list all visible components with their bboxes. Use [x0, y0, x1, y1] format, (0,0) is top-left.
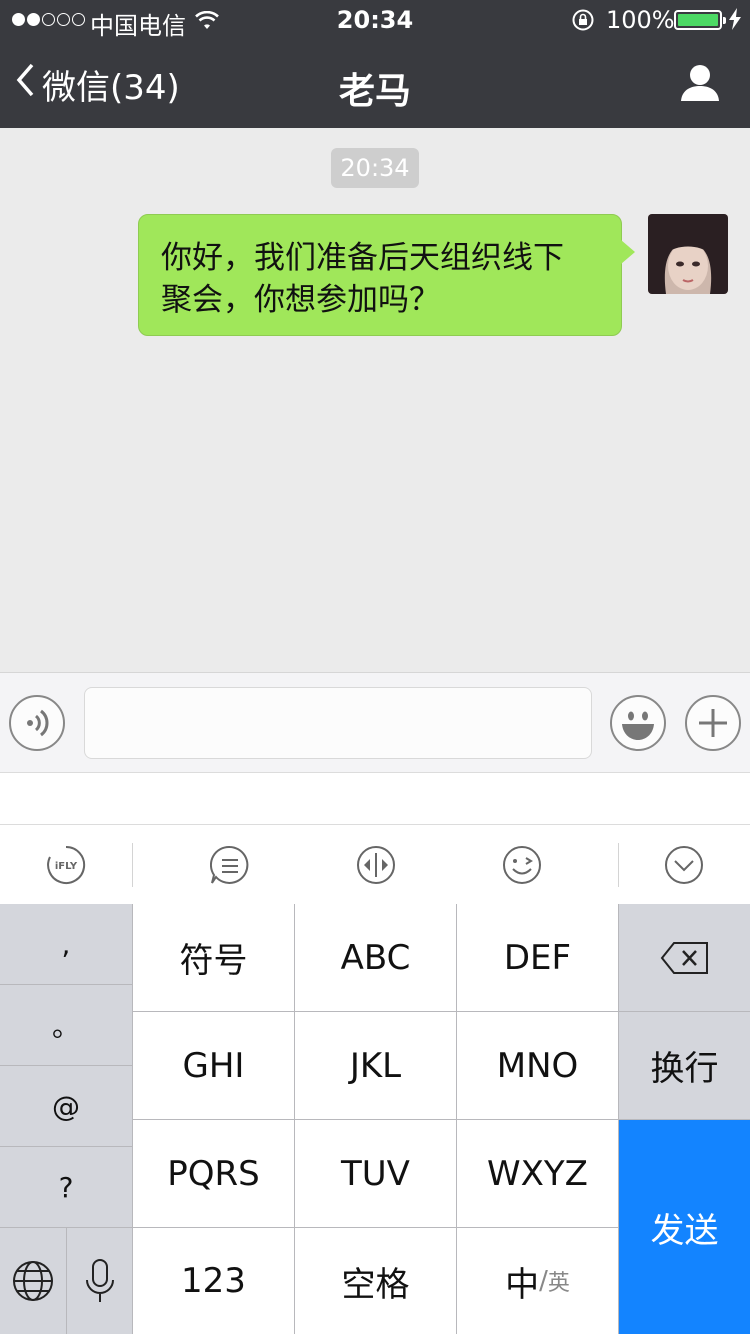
key-def[interactable]: DEF [457, 904, 618, 1011]
key-symbols[interactable]: 符号 [133, 904, 294, 1011]
contact-profile-icon[interactable] [680, 64, 720, 106]
key-mno[interactable]: MNO [457, 1012, 618, 1119]
battery-percent: 100% [606, 6, 675, 34]
battery-icon [674, 10, 726, 30]
key-question[interactable]: ? [0, 1147, 132, 1227]
avatar[interactable] [648, 214, 728, 294]
keyboard: , 。 @ ? 符号 ABC DEF GHI JKL MNO 换行 PQRS T… [0, 904, 750, 1334]
cursor-move-icon[interactable] [356, 845, 396, 885]
plus-icon [699, 709, 727, 737]
key-tuv[interactable]: TUV [295, 1120, 456, 1227]
language-sub: 英 [547, 1271, 570, 1296]
key-comma[interactable]: , [0, 904, 132, 984]
key-at[interactable]: @ [0, 1066, 132, 1146]
key-abc[interactable]: ABC [295, 904, 456, 1011]
more-button[interactable] [685, 695, 741, 751]
space-button[interactable]: 空格 [295, 1228, 456, 1334]
key-wxyz[interactable]: WXYZ [457, 1120, 618, 1227]
key-123[interactable]: 123 [133, 1228, 294, 1334]
keyboard-toolbar: iFLY [0, 824, 750, 904]
language-slash: / [539, 1266, 548, 1296]
toolbar-divider [618, 843, 619, 887]
emoji-button[interactable] [610, 695, 666, 751]
globe-button[interactable] [0, 1228, 66, 1334]
voice-button[interactable] [9, 695, 65, 751]
candidate-bar [0, 772, 750, 824]
delete-button[interactable] [619, 904, 750, 1011]
charging-icon [728, 8, 742, 36]
language-toggle[interactable]: 中 / 英 [457, 1228, 618, 1334]
ifly-logo-icon[interactable]: iFLY [46, 845, 86, 885]
microphone-icon [85, 1259, 114, 1302]
hide-keyboard-icon[interactable] [664, 845, 704, 885]
emoticon-icon[interactable] [502, 845, 542, 885]
backspace-icon [660, 941, 708, 974]
message-bubble-outgoing[interactable]: 你好，我们准备后天组织线下 聚会，你想参加吗？ [138, 214, 622, 336]
dictation-button[interactable] [67, 1228, 132, 1334]
phrases-icon[interactable] [209, 845, 250, 885]
chat-title: 老马 [338, 71, 411, 112]
voice-icon [27, 709, 49, 737]
battery-fill [678, 14, 718, 26]
message-timestamp: 20:34 [331, 148, 419, 188]
smiley-icon [622, 711, 654, 740]
key-ghi[interactable]: GHI [133, 1012, 294, 1119]
message-text-line: 你好，我们准备后天组织线下 [161, 240, 564, 276]
globe-icon [13, 1261, 53, 1301]
toolbar-divider [132, 843, 133, 887]
message-text-line: 聚会，你想参加吗？ [161, 282, 440, 318]
rotation-lock-icon [570, 8, 596, 38]
key-jkl[interactable]: JKL [295, 1012, 456, 1119]
language-main: 中 [505, 1264, 540, 1305]
key-period[interactable]: 。 [0, 985, 132, 1065]
ifly-logo-text: iFLY [55, 861, 78, 872]
top-bar: 中国电信 20:34 100% 微信(34) 老马 [0, 0, 750, 128]
key-newline[interactable]: 换行 [619, 1012, 750, 1119]
input-bar [0, 672, 750, 772]
nav-bar: 微信(34) 老马 [0, 40, 750, 128]
message-input[interactable] [84, 687, 592, 759]
bubble-tail [621, 240, 635, 264]
send-button[interactable]: 发送 [619, 1120, 750, 1334]
key-pqrs[interactable]: PQRS [133, 1120, 294, 1227]
status-bar: 中国电信 20:34 100% [0, 0, 750, 40]
